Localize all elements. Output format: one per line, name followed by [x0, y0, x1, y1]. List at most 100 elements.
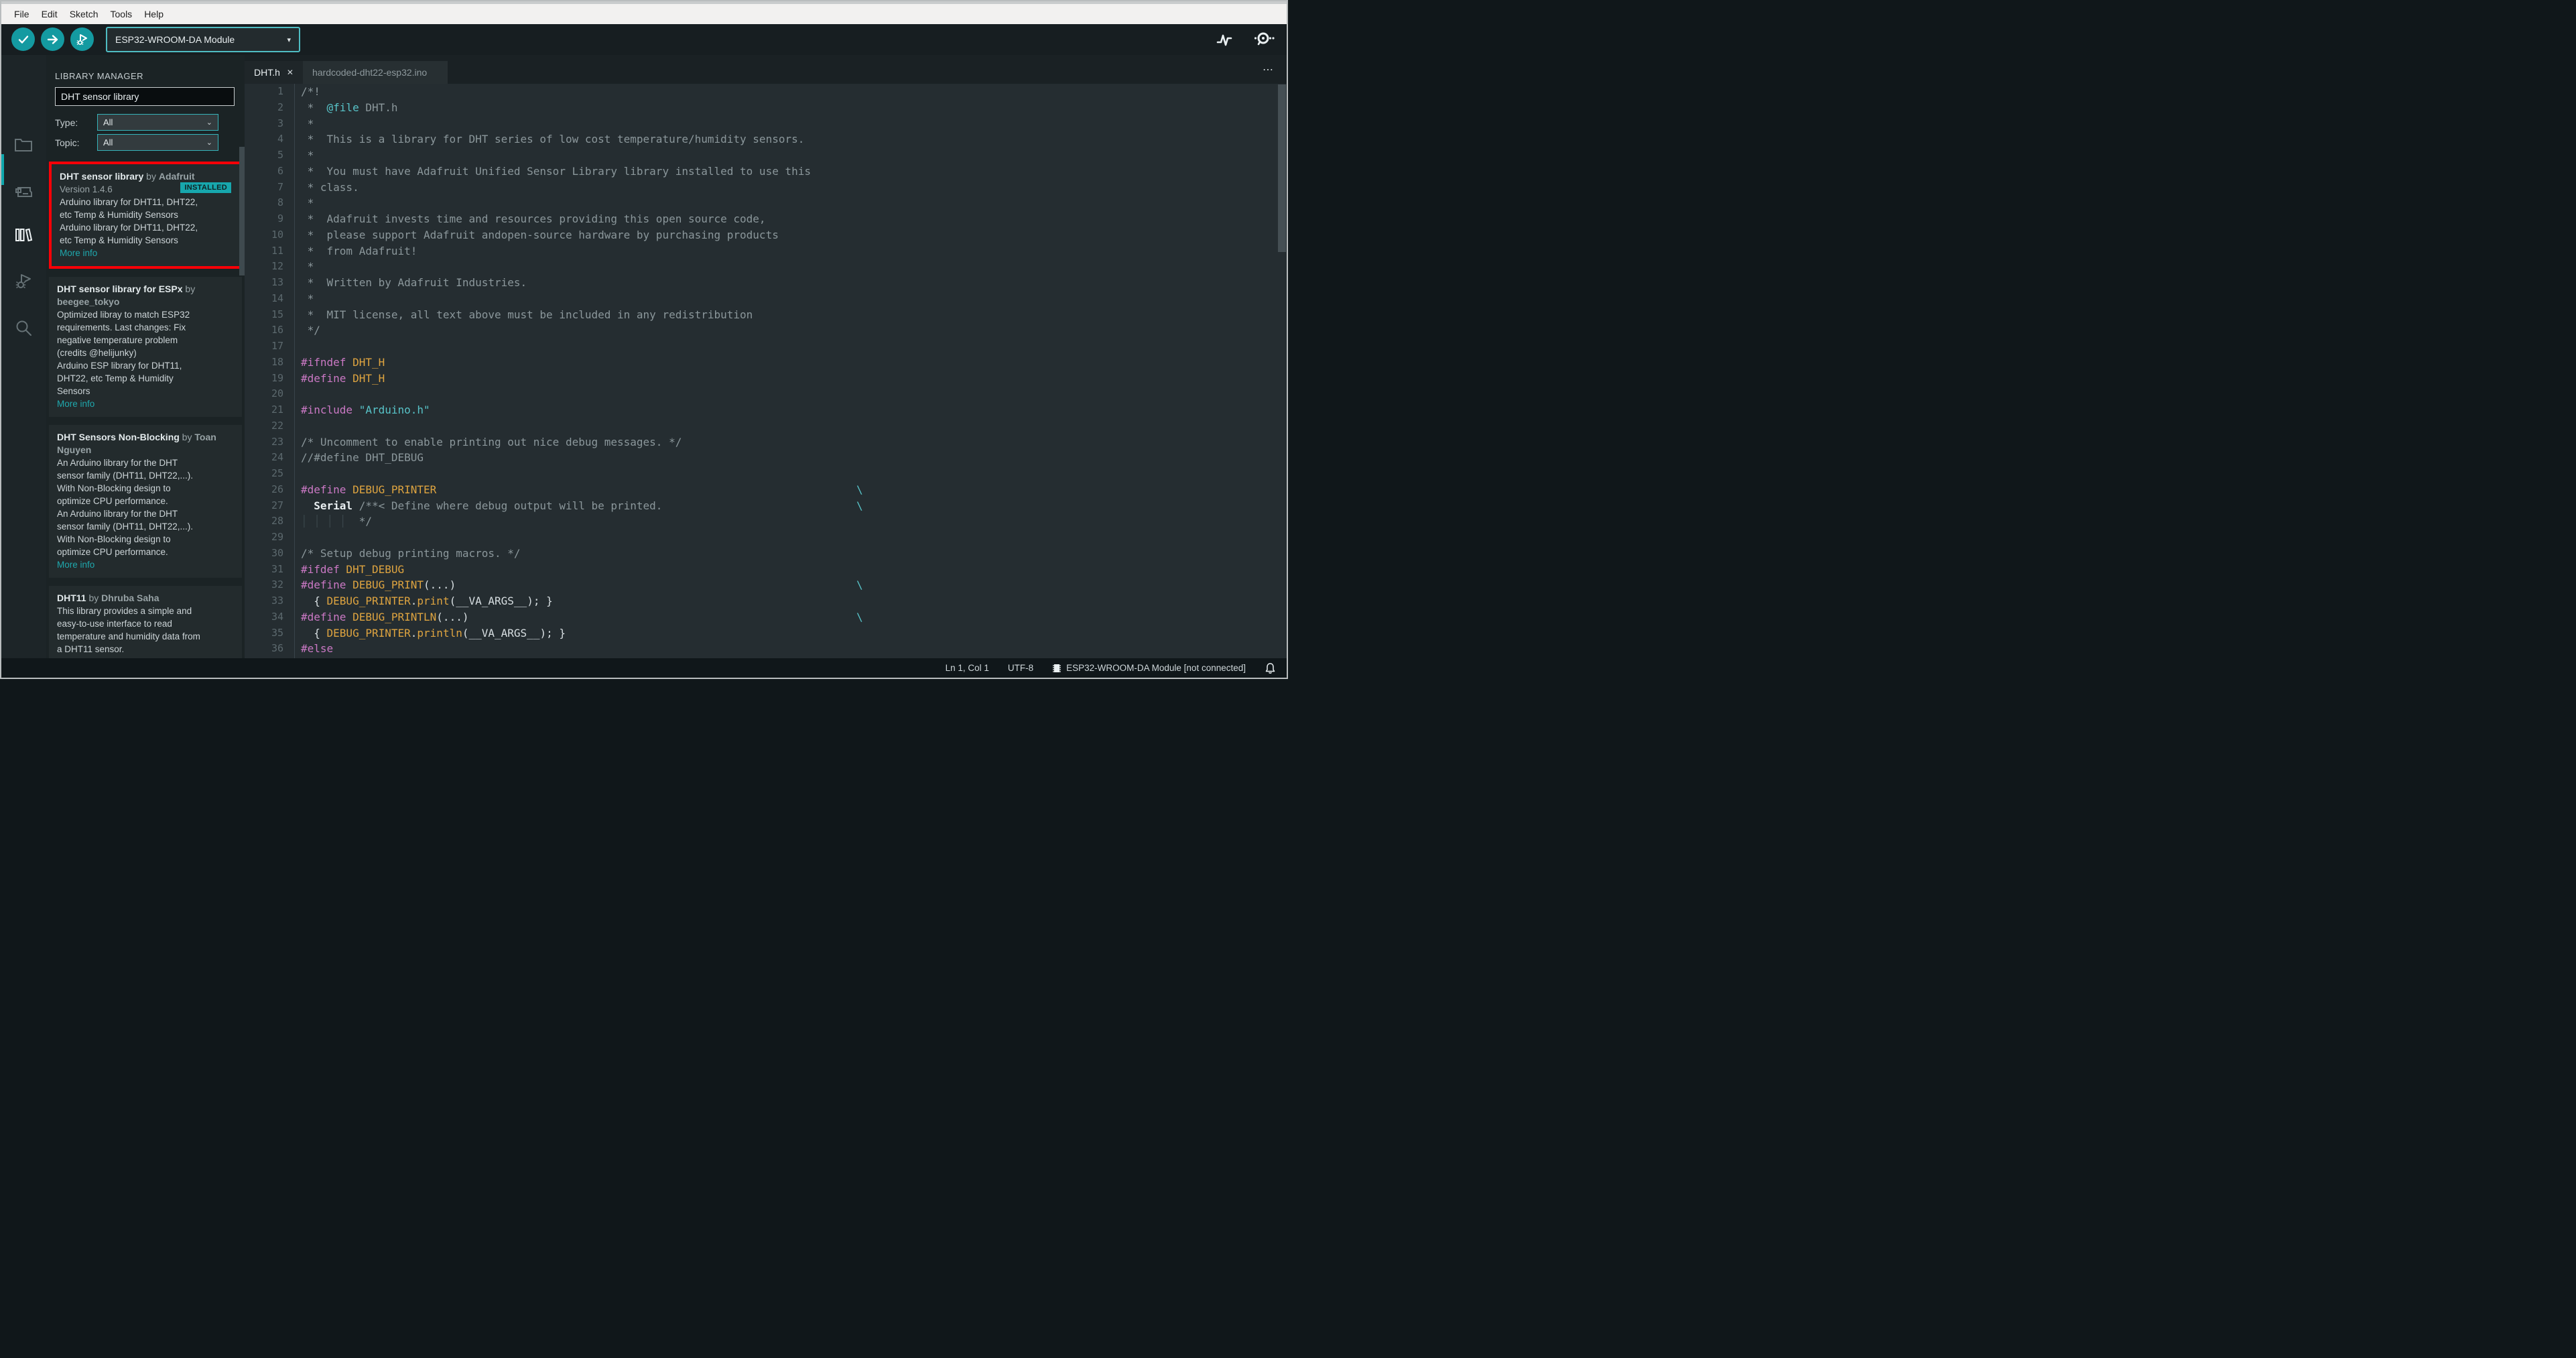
line-content: */ — [294, 322, 1287, 338]
library-entry-description-line: easy-to-use interface to read — [57, 619, 172, 629]
code-editor[interactable]: 1/*! 2 * @file DHT.h 3 * 4 * This is a libr… — [245, 84, 1287, 658]
books-icon — [13, 224, 34, 245]
status-bar: Ln 1, Col 1 UTF-8 ESP32-WROOM-DA Module … — [1, 658, 1287, 678]
line-number: 10 — [271, 228, 283, 241]
editor-scrollbar-thumb[interactable] — [1278, 84, 1286, 252]
line-content: /*! — [294, 84, 1287, 100]
topic-filter-value: All — [103, 137, 113, 147]
library-entry-description-line: DHT22, etc Temp & Humidity — [57, 373, 174, 383]
code-line-21: 21 #include "Arduino.h" — [245, 402, 1287, 418]
close-icon[interactable]: ✕ — [287, 68, 294, 77]
editor-tab-DHT.h[interactable]: DHT.h ✕ — [245, 61, 303, 84]
type-filter-select[interactable]: All ⌄ — [97, 114, 218, 131]
code-line-33: 33 { DEBUG_PRINTER.print(__VA_ARGS__); } — [245, 593, 1287, 609]
encoding-indicator[interactable]: UTF-8 — [1008, 663, 1033, 673]
sidebar-item-debug[interactable] — [13, 271, 34, 292]
code-line-19: 19 #define DHT_H — [245, 370, 1287, 387]
line-content: * MIT license, all text above must be in… — [294, 306, 1287, 323]
code-line-30: 30 /* Setup debug printing macros. */ — [245, 545, 1287, 562]
menu-item-edit[interactable]: Edit — [36, 6, 64, 22]
library-entry-title: DHT sensor library for ESPx by beegee_to… — [57, 284, 196, 307]
line-content: * — [294, 147, 1287, 164]
library-entry-title: DHT Sensors Non-Blocking by Toan Nguyen — [57, 432, 216, 455]
library-entry-description-line: (credits @helijunky) — [57, 348, 137, 358]
type-filter-value: All — [103, 117, 113, 127]
code-line-17: 17 — [245, 338, 1287, 355]
line-content: { DEBUG_PRINTER.println(__VA_ARGS__); } — [294, 625, 1287, 641]
line-number: 7 — [277, 180, 283, 193]
code-line-4: 4 * This is a library for DHT series of … — [245, 131, 1287, 147]
library-entry-description-line: requirements. Last changes: Fix — [57, 322, 186, 332]
line-content: /* Setup debug printing macros. */ — [294, 545, 1287, 562]
board-status[interactable]: ESP32-WROOM-DA Module [not connected] — [1052, 663, 1246, 674]
folder-icon — [13, 134, 34, 156]
code-line-15: 15 * MIT license, all text above must be… — [245, 306, 1287, 323]
library-search-input[interactable] — [55, 87, 235, 106]
chevron-down-icon: ▾ — [287, 36, 291, 44]
library-entry-dht-sensor-library[interactable]: DHT sensor library by Adafruit Version 1.… — [49, 162, 242, 269]
code-line-3: 3 * — [245, 115, 1287, 132]
line-content: { DEBUG_PRINTER.print(__VA_ARGS__); } — [294, 593, 1287, 609]
tab-label: hardcoded-dht22-esp32.ino — [312, 67, 428, 78]
line-content: /* Uncomment to enable printing out nice… — [294, 434, 1287, 450]
code-line-26: 26 #define DEBUG_PRINTER \ — [245, 481, 1287, 498]
serial-monitor-icon[interactable] — [1252, 29, 1275, 50]
notifications-bell-icon[interactable] — [1265, 662, 1276, 674]
line-number: 14 — [271, 292, 283, 304]
upload-button[interactable] — [41, 27, 64, 51]
cursor-position[interactable]: Ln 1, Col 1 — [946, 663, 989, 673]
chevron-down-icon: ⌄ — [206, 119, 212, 127]
code-line-11: 11 * from Adafruit! — [245, 243, 1287, 259]
code-line-28: 28 │ │ │ │ */ — [245, 513, 1287, 530]
line-number: 31 — [271, 562, 283, 575]
editor-area: DHT.h ✕ hardcoded-dht22-esp32.ino ⋯ 1/*! 2 *… — [245, 55, 1287, 658]
board-selector-dropdown[interactable]: ESP32-WROOM-DA Module ▾ — [106, 27, 300, 52]
code-line-32: 32 #define DEBUG_PRINT(...) \ — [245, 577, 1287, 593]
sidebar-item-search[interactable] — [13, 318, 34, 339]
more-info-link[interactable]: More info — [60, 247, 231, 259]
library-entry-dht11[interactable]: DHT11 by Dhruba Saha This library provide… — [49, 586, 242, 658]
panel-title: LIBRARY MANAGER — [55, 71, 144, 81]
board-icon — [13, 181, 34, 202]
menu-item-tools[interactable]: Tools — [105, 6, 139, 22]
sidebar-item-library-manager[interactable] — [13, 224, 34, 245]
line-number: 12 — [271, 260, 283, 273]
library-entry-description-line: Sensors — [57, 386, 90, 396]
more-info-link[interactable]: More info — [57, 397, 234, 410]
code-line-29: 29 — [245, 530, 1287, 546]
menu-item-help[interactable]: Help — [138, 6, 170, 22]
panel-scrollbar-thumb[interactable] — [239, 147, 245, 275]
code-line-9: 9 * Adafruit invests time and resources … — [245, 211, 1287, 227]
library-entry-description-line: etc Temp & Humidity Sensors — [60, 210, 178, 220]
tab-overflow-menu[interactable]: ⋯ — [1263, 63, 1275, 76]
menu-item-file[interactable]: File — [8, 6, 36, 22]
debug-bug-arrow-icon — [75, 32, 90, 47]
editor-tab-hardcoded-dht22-esp32.ino[interactable]: hardcoded-dht22-esp32.ino — [302, 61, 448, 84]
more-info-link[interactable]: More info — [57, 558, 234, 571]
line-content — [294, 338, 1287, 355]
menu-item-sketch[interactable]: Sketch — [64, 6, 105, 22]
line-content: * Adafruit invests time and resources pr… — [294, 211, 1287, 227]
library-entry-description-line: This library provides a simple and — [57, 606, 192, 616]
arduino-ide-window: File Edit Sketch Tools Help ESP32-WROOM-DA M… — [0, 0, 1288, 679]
sidebar-item-sketchbook[interactable] — [13, 134, 34, 156]
line-content: * please support Adafruit andopen-source… — [294, 227, 1287, 243]
code-line-2: 2 * @file DHT.h — [245, 99, 1287, 116]
sidebar-item-boards-manager[interactable] — [13, 181, 34, 202]
debug-button[interactable] — [70, 27, 94, 51]
topic-filter-select[interactable]: All ⌄ — [97, 134, 218, 151]
line-content: * from Adafruit! — [294, 243, 1287, 259]
library-entry-dht-sensors-non-blocking[interactable]: DHT Sensors Non-Blocking by Toan Nguyen A… — [49, 425, 242, 578]
line-number: 11 — [271, 244, 283, 257]
line-number: 15 — [271, 308, 283, 320]
line-number: 21 — [271, 404, 283, 416]
code-line-14: 14 * — [245, 290, 1287, 307]
code-line-7: 7 * class. — [245, 179, 1287, 196]
code-line-10: 10 * please support Adafruit andopen-sou… — [245, 227, 1287, 243]
library-entry-dht-sensor-library-for-espx[interactable]: DHT sensor library for ESPx by beegee_to… — [49, 277, 242, 417]
serial-plotter-icon[interactable] — [1214, 29, 1234, 50]
library-entry-description-line: optimize CPU performance. — [57, 547, 168, 557]
verify-button[interactable] — [11, 27, 35, 51]
library-entry-description-line: With Non-Blocking design to — [57, 534, 171, 544]
line-content: * This is a library for DHT series of lo… — [294, 131, 1287, 147]
